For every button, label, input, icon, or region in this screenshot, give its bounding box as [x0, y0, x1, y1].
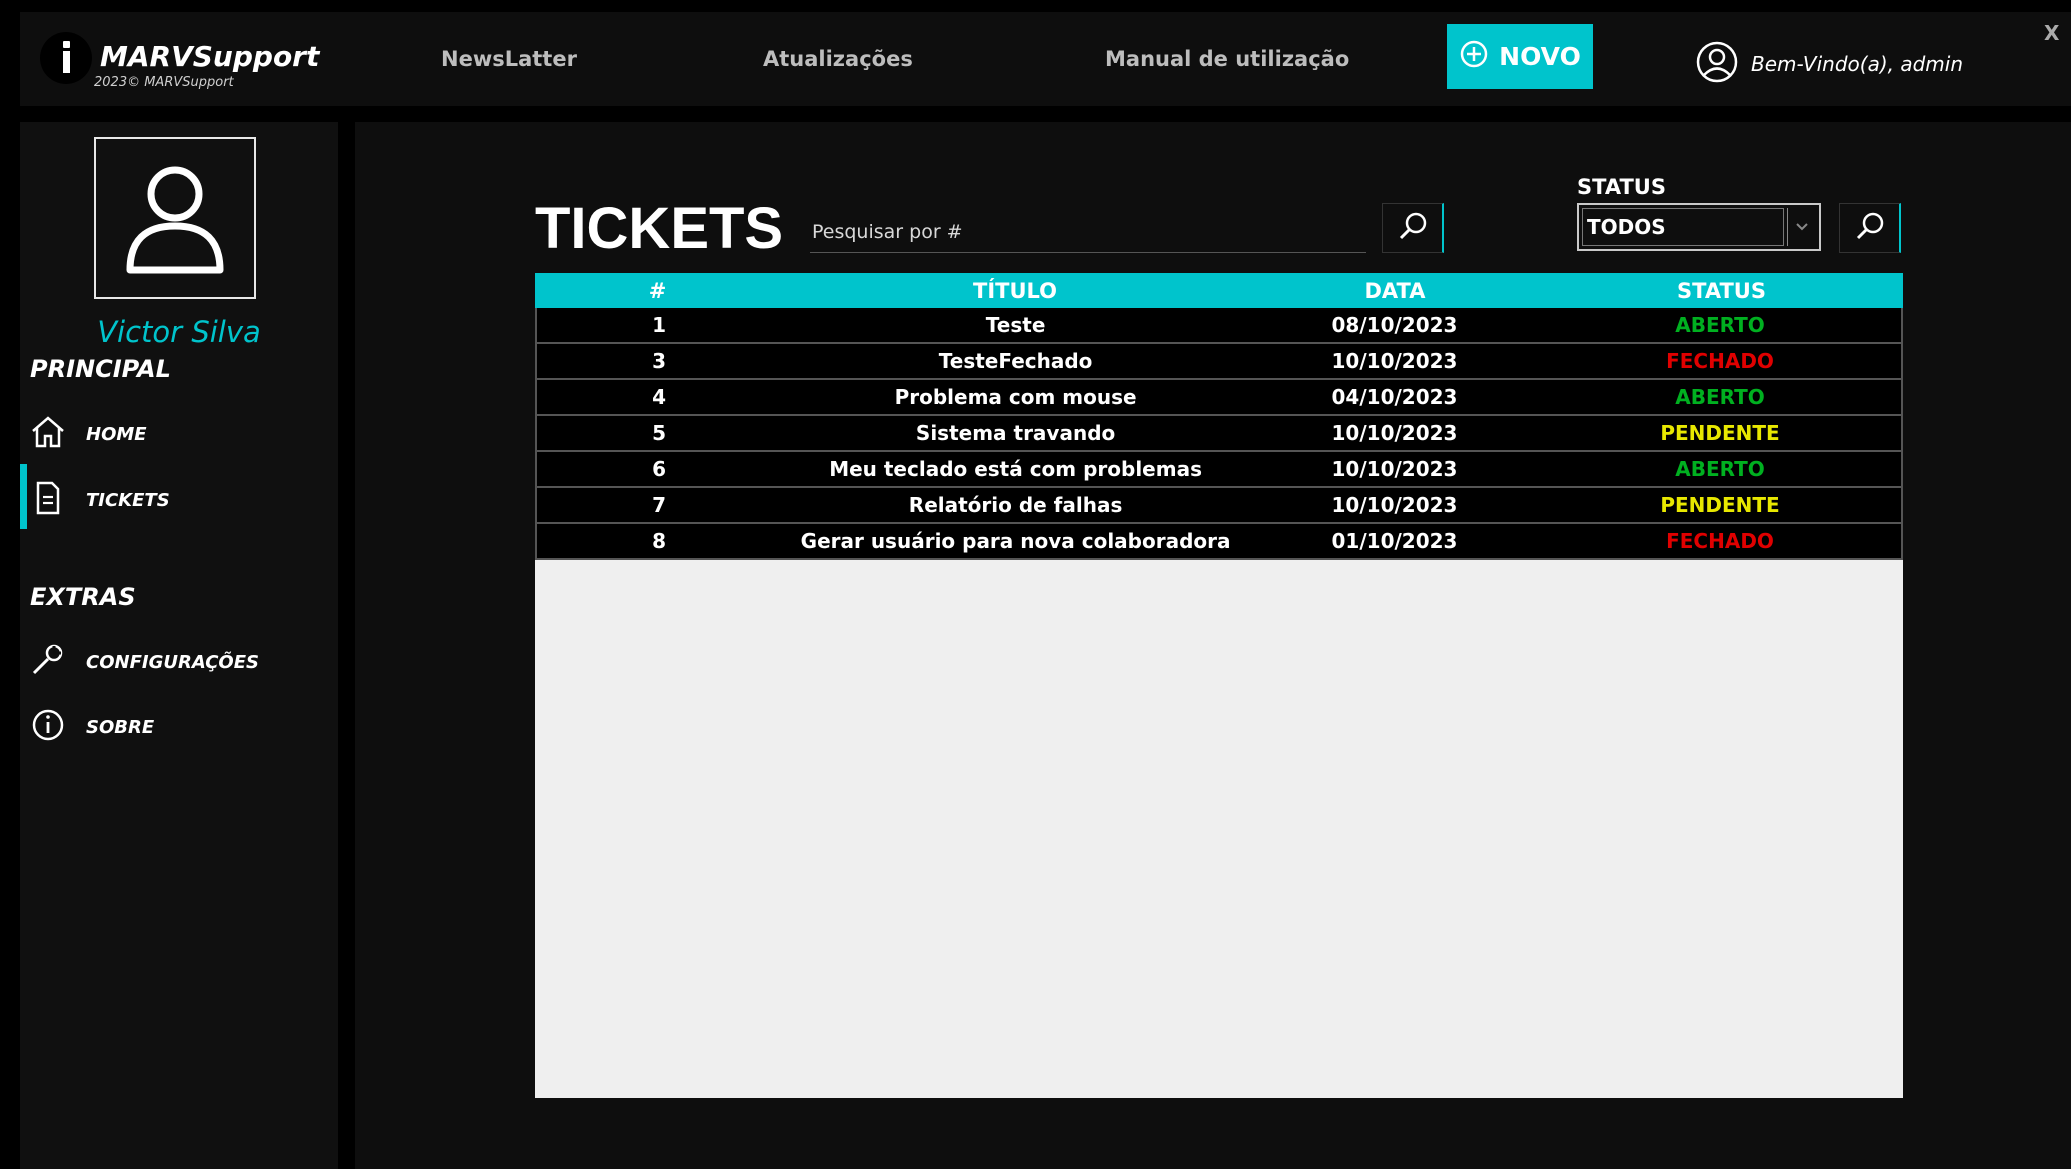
avatar [94, 137, 256, 299]
column-header-data[interactable]: DATA [1250, 279, 1540, 303]
table-row[interactable]: 6 Meu teclado está com problemas 10/10/2… [535, 452, 1903, 488]
cell-title: Meu teclado está com problemas [829, 457, 1202, 481]
user-avatar-icon [126, 166, 224, 274]
status-select[interactable]: TODOS [1577, 203, 1821, 251]
cell-date: 01/10/2023 [1331, 529, 1458, 553]
cell-status: ABERTO [1675, 457, 1765, 481]
top-bar: MARVSupport 2023© MARVSupport NewsLatter… [20, 12, 2071, 106]
table-row[interactable]: 5 Sistema travando 10/10/2023 PENDENTE [535, 416, 1903, 452]
sidebar-item-label: SOBRE [86, 716, 155, 738]
column-header-status[interactable]: STATUS [1540, 279, 1903, 303]
table-row[interactable]: 3 TesteFechado 10/10/2023 FECHADO [535, 344, 1903, 380]
cell-title: TesteFechado [938, 349, 1093, 373]
search-button[interactable] [1382, 203, 1444, 253]
section-extras: EXTRAS [30, 583, 136, 611]
cell-status: PENDENTE [1660, 421, 1780, 445]
sidebar-item-label: TICKETS [86, 489, 170, 511]
welcome-text: Bem-Vindo(a), admin [1751, 52, 1964, 76]
tickets-table: # TÍTULO DATA STATUS 1 Teste 08/10/2023 … [535, 273, 1903, 1098]
sidebar-item-configuracoes[interactable]: CONFIGURAÇÕES [30, 643, 259, 681]
novo-label: NOVO [1499, 42, 1581, 71]
table-row[interactable]: 4 Problema com mouse 04/10/2023 ABERTO [535, 380, 1903, 416]
status-filter-label: STATUS [1577, 175, 1666, 199]
cell-id: 1 [652, 313, 667, 337]
novo-button[interactable]: NOVO [1447, 24, 1593, 89]
cell-status: PENDENTE [1660, 493, 1780, 517]
table-row[interactable]: 8 Gerar usuário para nova colaboradora 0… [535, 524, 1903, 560]
table-row[interactable]: 7 Relatório de falhas 10/10/2023 PENDENT… [535, 488, 1903, 524]
cell-id: 3 [652, 349, 667, 373]
cell-title: Problema com mouse [894, 385, 1137, 409]
sidebar-item-label: CONFIGURAÇÕES [86, 651, 259, 673]
cell-date: 10/10/2023 [1331, 493, 1458, 517]
search-icon [1853, 210, 1887, 247]
cell-date: 10/10/2023 [1331, 457, 1458, 481]
status-search-button[interactable] [1839, 203, 1901, 253]
page-title: TICKETS [535, 196, 784, 261]
nav-atualizacoes[interactable]: Atualizações [763, 47, 913, 71]
table-row[interactable]: 1 Teste 08/10/2023 ABERTO [535, 308, 1903, 344]
cell-date: 04/10/2023 [1331, 385, 1458, 409]
cell-status: FECHADO [1666, 529, 1774, 553]
cell-title: Relatório de falhas [908, 493, 1123, 517]
app-title: MARVSupport [100, 40, 320, 73]
user-circle-icon [1695, 40, 1739, 88]
document-icon [30, 481, 66, 519]
search-icon [1396, 210, 1430, 247]
cell-id: 4 [652, 385, 667, 409]
cell-date: 10/10/2023 [1331, 421, 1458, 445]
wrench-icon [30, 643, 66, 681]
active-indicator [20, 464, 27, 529]
user-name: Victor Silva [97, 315, 261, 349]
column-header-titulo[interactable]: TÍTULO [780, 279, 1250, 303]
plus-circle-icon [1459, 39, 1489, 75]
sidebar-item-home[interactable]: HOME [30, 415, 147, 453]
app-copyright: 2023© MARVSupport [94, 75, 234, 90]
cell-title: Gerar usuário para nova colaboradora [800, 529, 1231, 553]
sidebar-item-tickets[interactable]: TICKETS [30, 481, 170, 519]
cell-title: Sistema travando [915, 421, 1116, 445]
cell-status: FECHADO [1666, 349, 1774, 373]
nav-newsletter[interactable]: NewsLatter [441, 47, 577, 71]
sidebar-item-label: HOME [86, 423, 147, 445]
cell-id: 5 [652, 421, 667, 445]
info-icon [30, 708, 66, 746]
cell-date: 10/10/2023 [1331, 349, 1458, 373]
cell-id: 6 [652, 457, 667, 481]
cell-id: 8 [652, 529, 667, 553]
chevron-down-icon[interactable] [1787, 208, 1816, 246]
home-icon [30, 415, 66, 453]
column-header-id[interactable]: # [535, 279, 780, 303]
sidebar-item-sobre[interactable]: SOBRE [30, 708, 154, 746]
info-logo-icon [40, 32, 92, 84]
cell-id: 7 [652, 493, 667, 517]
table-header: # TÍTULO DATA STATUS [535, 273, 1903, 308]
cell-status: ABERTO [1675, 313, 1765, 337]
cell-status: ABERTO [1675, 385, 1765, 409]
welcome-area[interactable]: Bem-Vindo(a), admin [1695, 40, 1963, 88]
nav-manual[interactable]: Manual de utilização [1105, 47, 1349, 71]
search-input[interactable] [810, 211, 1366, 253]
section-principal: PRINCIPAL [30, 355, 171, 383]
cell-title: Teste [985, 313, 1046, 337]
status-selected-value: TODOS [1582, 208, 1784, 246]
close-button[interactable]: X [2044, 21, 2059, 45]
cell-date: 08/10/2023 [1331, 313, 1458, 337]
